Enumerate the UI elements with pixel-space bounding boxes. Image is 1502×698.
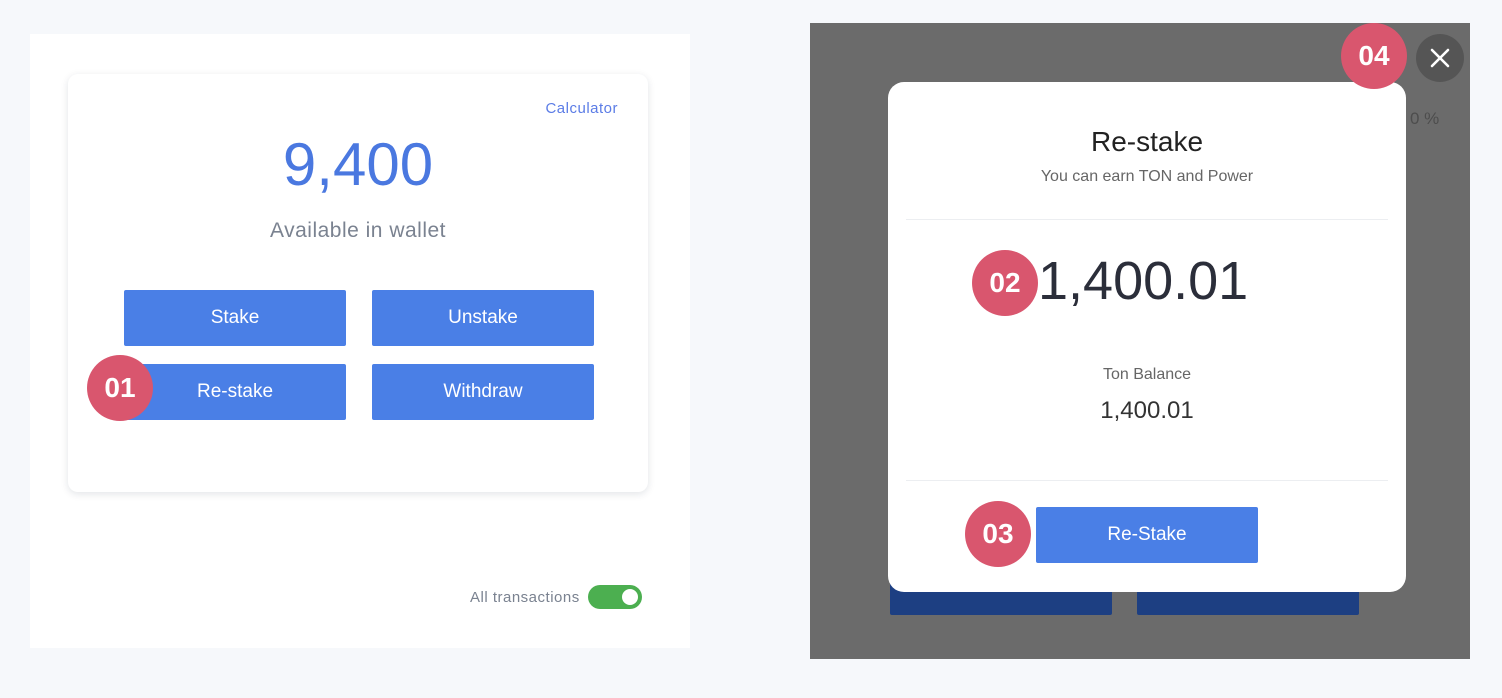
withdraw-button[interactable]: Withdraw: [372, 364, 594, 420]
toggle-knob: [621, 589, 638, 605]
divider: [906, 219, 1388, 220]
ton-balance-label: Ton Balance: [1102, 366, 1192, 383]
step-marker-04: 04: [1341, 23, 1407, 89]
calculator-link[interactable]: Calculator: [545, 100, 618, 117]
unstake-button[interactable]: Unstake: [372, 290, 594, 346]
tutorial-screenshot: Calculator 9,400 Available in wallet Sta…: [0, 0, 1502, 698]
wallet-amount: 9,400: [282, 131, 434, 198]
wallet-panel: Calculator 9,400 Available in wallet Sta…: [30, 34, 690, 648]
divider: [906, 480, 1388, 481]
restake-confirm-button[interactable]: Re-Stake: [1036, 507, 1258, 563]
background-percent-text: 0 %: [1410, 109, 1440, 128]
step-marker-01: 01: [87, 355, 153, 421]
wallet-card: Calculator 9,400 Available in wallet Sta…: [68, 74, 648, 492]
transactions-toggle[interactable]: [587, 585, 642, 609]
modal-title: Re-stake: [1090, 126, 1204, 157]
stake-button[interactable]: Stake: [124, 290, 346, 346]
restake-modal: Re-stake You can earn TON and Power 1,40…: [888, 82, 1406, 592]
transactions-toggle-row: All transactions: [470, 585, 642, 609]
modal-subtitle: You can earn TON and Power: [1040, 168, 1254, 185]
restake-amount: 1,400.01: [1038, 251, 1249, 311]
transactions-toggle-label: All transactions: [470, 588, 580, 606]
wallet-caption: Available in wallet: [269, 219, 447, 242]
step-marker-02: 02: [972, 250, 1038, 316]
restake-button[interactable]: Re-stake: [124, 364, 346, 420]
close-icon: [1430, 48, 1450, 68]
step-marker-03: 03: [965, 501, 1031, 567]
close-button[interactable]: [1416, 34, 1464, 82]
ton-balance-value: 1,400.01: [1100, 397, 1194, 424]
